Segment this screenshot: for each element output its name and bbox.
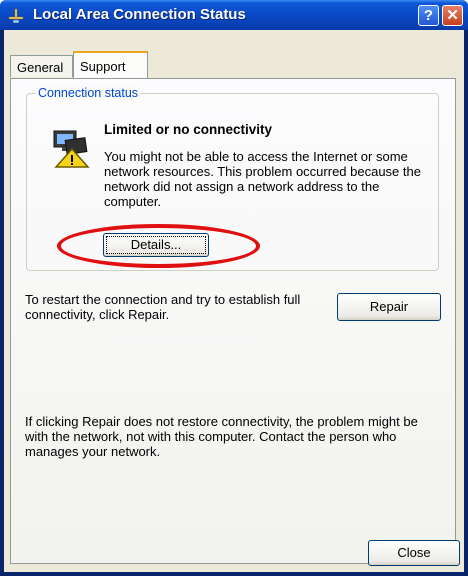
close-window-button[interactable]: ✕ [442,5,463,26]
highlight-ellipse [57,224,260,268]
connection-status-label: Connection status [36,86,141,100]
network-warning-icon [53,130,90,168]
close-button[interactable]: Close [368,540,460,566]
repair-failure-note: If clicking Repair does not restore conn… [25,414,418,459]
status-description: You might not be able to access the Inte… [104,149,421,209]
network-connection-icon [8,8,24,24]
tab-general[interactable]: General [10,55,73,77]
window-title: Local Area Connection Status [33,6,246,23]
status-heading: Limited or no connectivity [104,122,273,137]
repair-button[interactable]: Repair [337,293,441,321]
tab-support[interactable]: Support [73,51,148,79]
title-bar[interactable]: Local Area Connection Status ? ✕ [0,0,468,30]
repair-instructions: To restart the connection and try to est… [25,292,301,322]
dialog-window: Local Area Connection Status ? ✕ General… [0,0,468,576]
help-button[interactable]: ? [418,5,439,26]
